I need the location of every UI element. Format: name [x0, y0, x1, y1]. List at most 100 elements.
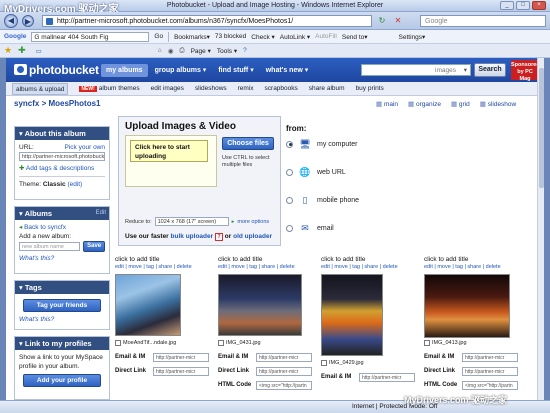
photo-checkbox[interactable]	[218, 340, 224, 346]
google-search-input[interactable]: G mallnear 404 South Fig	[31, 31, 150, 42]
albums-whats-this-link[interactable]: What's this?	[19, 254, 105, 263]
subnav-buy-prints[interactable]: buy prints	[356, 85, 384, 92]
close-button[interactable]: ×	[532, 1, 546, 10]
favorites-star-icon[interactable]: ★	[4, 45, 12, 56]
autolink-button[interactable]: AutoLink ▾	[280, 33, 310, 41]
about-album-header[interactable]: About this album	[15, 127, 109, 140]
search-box[interactable]: Google	[420, 15, 546, 27]
view-main[interactable]: main	[376, 100, 398, 108]
direct-link-field[interactable]: http://partner-micr	[153, 367, 209, 376]
maximize-button[interactable]: □	[516, 1, 530, 10]
back-to-syncfx-link[interactable]: Back to syncfx	[24, 224, 66, 231]
nav-whats-new[interactable]: what's new ▾	[261, 64, 314, 77]
source-my-computer[interactable]: 🖥 my computer	[286, 138, 357, 150]
email-im-field[interactable]: http://partner-micr	[153, 353, 209, 362]
nav-group-albums[interactable]: group albums ▾	[150, 64, 212, 77]
view-grid[interactable]: grid	[451, 100, 470, 108]
source-mobile-phone[interactable]: ▯ mobile phone	[286, 194, 359, 206]
nav-my-albums[interactable]: my albums	[101, 64, 148, 77]
more-options-link[interactable]: more options	[237, 219, 269, 225]
radio-my-computer[interactable]	[286, 140, 293, 148]
source-web-url[interactable]: 🌐 web URL	[286, 166, 346, 178]
choose-files-button[interactable]: Choose files	[222, 137, 274, 150]
tools-menu[interactable]: Tools ▾	[217, 47, 237, 55]
vertical-scrollbar[interactable]	[537, 58, 544, 400]
save-album-button[interactable]: Save	[83, 241, 105, 252]
send-to-button[interactable]: Send to▾	[342, 33, 368, 41]
home-icon[interactable]: ⌂	[158, 47, 162, 54]
add-profile-button[interactable]: Add your profile	[23, 374, 101, 387]
direct-link-field[interactable]: http://partner-micr	[462, 367, 518, 376]
theme-edit-link[interactable]: (edit)	[67, 181, 82, 188]
tab-page-icon[interactable]: ▭	[36, 47, 42, 55]
new-album-input[interactable]: new album name	[19, 242, 81, 251]
sponsor-badge[interactable]: Sponsored by PC Mag	[511, 60, 540, 82]
direct-link-field[interactable]: http://partner-micr	[256, 367, 312, 376]
tags-whats-this-link[interactable]: What's this?	[19, 315, 105, 324]
add-favorite-icon[interactable]: ✚	[18, 45, 26, 56]
photo-thumbnail[interactable]	[218, 274, 302, 336]
source-email[interactable]: ✉ email	[286, 222, 334, 234]
email-im-field[interactable]: http://partner-micr	[462, 353, 518, 362]
album-url-field[interactable]: http://partner-microsoft.photobucket	[19, 152, 105, 161]
bulk-uploader-link[interactable]: bulk uploader	[171, 233, 214, 240]
site-search-button[interactable]: Search	[474, 63, 506, 77]
print-icon[interactable]: ⎙	[179, 47, 184, 55]
subnav-remix[interactable]: remix	[238, 85, 254, 92]
stop-icon[interactable]: ✕	[392, 15, 404, 27]
upload-dropzone[interactable]: Click here to start uploading	[125, 135, 217, 187]
check-button[interactable]: Check ▾	[251, 33, 275, 41]
photo-thumbnail[interactable]	[321, 274, 383, 356]
help-icon[interactable]: ?	[243, 47, 247, 54]
photo-thumbnail[interactable]	[115, 274, 181, 336]
view-slideshow[interactable]: slideshow	[480, 100, 517, 108]
albums-edit-link[interactable]: Edit	[96, 207, 106, 220]
url-input[interactable]: http://partner-microsoft.photobucket.com…	[42, 15, 372, 27]
tag-friends-button[interactable]: Tag your friends	[23, 299, 101, 312]
subnav-album-themes[interactable]: NEW! album themes	[79, 85, 140, 92]
feeds-icon[interactable]: ◉	[168, 47, 174, 55]
view-organize[interactable]: organize	[408, 100, 441, 108]
subnav-slideshows[interactable]: slideshows	[195, 85, 227, 92]
photo-checkbox[interactable]	[115, 340, 121, 346]
add-tags-link[interactable]: Add tags & descriptions	[26, 165, 94, 172]
old-uploader-link[interactable]: old uploader	[233, 233, 272, 240]
albums-header[interactable]: AlbumsEdit	[15, 207, 109, 220]
autofill-button[interactable]: AutoFill	[315, 33, 337, 40]
photobucket-logo[interactable]: photobucket	[14, 63, 99, 77]
forward-button[interactable]: ▶	[22, 15, 34, 27]
settings-button[interactable]: Settings▾	[399, 33, 426, 41]
html-code-field[interactable]: <img src="http://partn	[256, 381, 312, 390]
subnav-share-album[interactable]: share album	[309, 85, 345, 92]
radio-email[interactable]	[286, 224, 293, 232]
pick-own-link[interactable]: Pick your own	[65, 143, 105, 152]
reduce-select[interactable]: 1024 x 768 (17" screen)	[154, 217, 229, 226]
minimize-button[interactable]: _	[500, 1, 514, 10]
email-im-field[interactable]: http://partner-micr	[256, 353, 312, 362]
nav-find-stuff[interactable]: find stuff ▾	[213, 64, 258, 77]
photo-actions[interactable]: edit | move | tag | share | delete	[115, 264, 210, 270]
email-im-field[interactable]: http://partner-micr	[359, 373, 415, 382]
page-menu[interactable]: Page ▾	[191, 47, 211, 55]
popup-blocked-button[interactable]: 73 blocked	[215, 33, 246, 40]
photo-actions[interactable]: edit | move | tag | share | delete	[424, 264, 519, 270]
photo-checkbox[interactable]	[424, 340, 430, 346]
bookmarks-button[interactable]: Bookmarks▾	[174, 33, 210, 41]
subnav-scrapbooks[interactable]: scrapbooks	[265, 85, 298, 92]
radio-web-url[interactable]	[286, 168, 293, 176]
html-code-field[interactable]: <img src="http://partn	[462, 381, 518, 390]
back-button[interactable]: ◀	[4, 14, 18, 28]
photo-checkbox[interactable]	[321, 360, 327, 366]
scrollbar-thumb[interactable]	[539, 68, 544, 188]
photo-actions[interactable]: edit | move | tag | share | delete	[321, 264, 416, 270]
subnav-edit-images[interactable]: edit images	[151, 85, 184, 92]
subnav-albums-upload[interactable]: albums & upload	[12, 82, 69, 95]
photo-title[interactable]: click to add title	[218, 256, 313, 263]
help-question-icon[interactable]: ?	[214, 233, 223, 241]
photo-title[interactable]: click to add title	[321, 256, 416, 263]
photo-thumbnail[interactable]	[424, 274, 510, 338]
link-profiles-header[interactable]: Link to my profiles	[15, 337, 109, 350]
google-go-button[interactable]: Go	[154, 33, 163, 40]
photo-actions[interactable]: edit | move | tag | share | delete	[218, 264, 313, 270]
radio-mobile-phone[interactable]	[286, 196, 293, 204]
